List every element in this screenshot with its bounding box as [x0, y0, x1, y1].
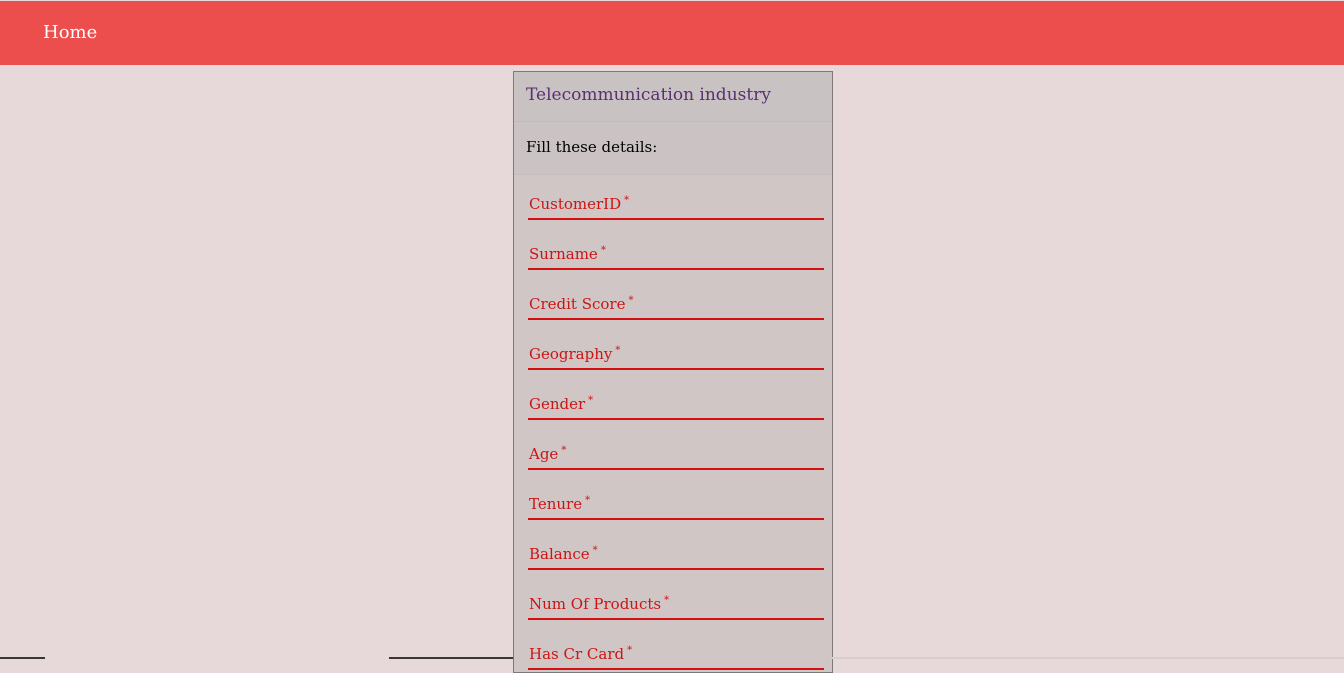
field-label: Gender * [529, 395, 594, 413]
required-marker: * [624, 195, 630, 206]
required-marker: * [561, 445, 567, 456]
field-label: CustomerID * [529, 195, 630, 213]
field-label: Age * [529, 445, 567, 463]
required-marker: * [615, 345, 621, 356]
required-marker: * [628, 295, 634, 306]
required-marker: * [627, 645, 633, 656]
required-marker: * [585, 495, 591, 506]
credit-score-field[interactable]: Credit Score * [528, 294, 824, 320]
required-marker: * [592, 545, 598, 556]
field-label: Num Of Products * [529, 595, 670, 613]
field-label: Has Cr Card * [529, 645, 633, 663]
details-form-card: Telecommunication industry Fill these de… [513, 71, 833, 673]
card-subheader: Fill these details: [514, 122, 832, 175]
top-navbar: Home [0, 1, 1344, 65]
required-marker: * [600, 245, 606, 256]
field-label: Credit Score * [529, 295, 634, 313]
customer-id-field[interactable]: CustomerID * [528, 194, 824, 220]
age-field[interactable]: Age * [528, 444, 824, 470]
field-label: Balance * [529, 545, 598, 563]
form-subtitle: Fill these details: [526, 138, 658, 156]
field-label: Tenure * [529, 495, 591, 513]
required-marker: * [588, 395, 594, 406]
geography-field[interactable]: Geography * [528, 344, 824, 370]
field-label: Geography * [529, 345, 621, 363]
surname-field[interactable]: Surname * [528, 244, 824, 270]
card-header: Telecommunication industry [514, 72, 832, 122]
has-cr-card-field[interactable]: Has Cr Card * [528, 644, 824, 670]
form-title: Telecommunication industry [526, 85, 771, 105]
num-of-products-field[interactable]: Num Of Products * [528, 594, 824, 620]
tenure-field[interactable]: Tenure * [528, 494, 824, 520]
balance-field[interactable]: Balance * [528, 544, 824, 570]
gender-field[interactable]: Gender * [528, 394, 824, 420]
required-marker: * [664, 595, 670, 606]
nav-home-link[interactable]: Home [43, 21, 97, 45]
field-label: Surname * [529, 245, 606, 263]
